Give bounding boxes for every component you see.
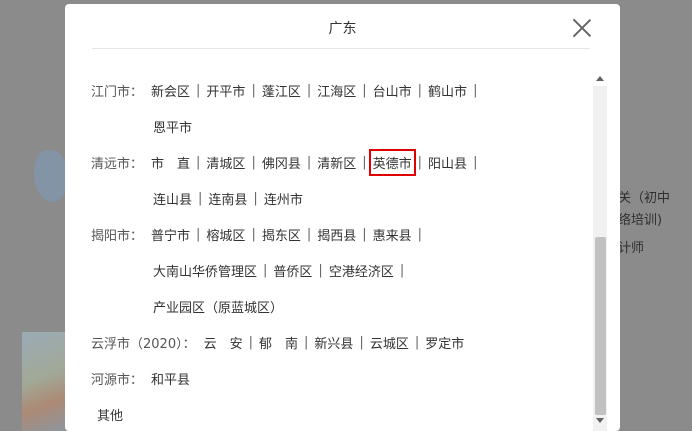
district-link[interactable]: 惠来县 — [373, 225, 412, 244]
separator: | — [318, 262, 323, 278]
city-label: 江门市： — [91, 84, 144, 100]
district-link[interactable]: 清城区 — [206, 153, 245, 172]
city-label: 清远市： — [91, 156, 144, 172]
city-label: 揭阳市： — [91, 228, 144, 244]
region-row-continued: 连山县 | 连南县 | 连州市 — [153, 188, 303, 208]
separator: | — [251, 82, 256, 98]
scroll-down-arrow-icon[interactable] — [596, 418, 604, 423]
region-row: 揭阳市： 普宁市 | 榕城区 | 揭东区 | 揭西县 | 惠来县 | — [91, 224, 428, 244]
district-link[interactable]: 开平市 — [206, 81, 245, 100]
region-row-continued: 恩平市 — [153, 116, 192, 136]
district-link[interactable]: 连南县 — [208, 189, 247, 208]
separator: | — [251, 154, 256, 170]
district-link[interactable]: 郁 南 — [259, 333, 298, 352]
district-link[interactable]: 连山县 — [153, 189, 192, 208]
scroll-up-arrow-icon[interactable] — [596, 76, 604, 81]
region-row-continued: 产业园区（原蓝城区） — [153, 296, 283, 316]
background-text-1: 关（初中 — [618, 191, 671, 206]
district-link[interactable]: 大南山华侨管理区 — [153, 261, 257, 280]
district-link[interactable]: 和平县 — [151, 369, 190, 388]
district-link[interactable]: 清新区 — [317, 153, 356, 172]
separator: | — [473, 154, 478, 170]
separator: | — [253, 190, 258, 206]
region-picker-modal: 广东 江门市： 新会区 | 开平市 | 蓬江区 | 江海区 | 台山市 | 鹤山市 | 恩平市清远市： 市 … — [65, 4, 620, 431]
region-row: 河源市： 和平县 — [91, 368, 190, 388]
modal-title: 广东 — [328, 21, 357, 37]
district-link[interactable]: 普侨区 — [273, 261, 312, 280]
city-label: 云浮市（2020）： — [91, 336, 196, 352]
separator: | — [196, 226, 201, 242]
district-link[interactable]: 云 安 — [204, 333, 243, 352]
district-link[interactable]: 恩平市 — [153, 117, 192, 136]
separator: | — [359, 334, 364, 350]
district-link[interactable]: 佛冈县 — [262, 153, 301, 172]
scrollbar-thumb[interactable] — [595, 237, 606, 415]
separator: | — [196, 82, 201, 98]
district-link[interactable]: 新兴县 — [314, 333, 353, 352]
separator: | — [417, 82, 423, 98]
separator: | — [304, 334, 309, 350]
district-link[interactable]: 其他 — [97, 405, 123, 424]
separator: | — [414, 334, 420, 350]
separator: | — [362, 226, 367, 242]
separator: | — [417, 154, 423, 170]
district-link[interactable]: 产业园区（原蓝城区） — [153, 297, 283, 316]
district-link[interactable]: 蓬江区 — [262, 81, 301, 100]
separator: | — [362, 82, 367, 98]
region-row: 江门市： 新会区 | 开平市 | 蓬江区 | 江海区 | 台山市 | 鹤山市 | — [91, 80, 483, 100]
separator: | — [306, 82, 312, 98]
background-map-blob — [34, 150, 68, 202]
separator: | — [263, 262, 268, 278]
separator: | — [417, 226, 423, 242]
close-icon[interactable] — [571, 17, 593, 39]
district-link[interactable]: 榕城区 — [206, 225, 245, 244]
separator: | — [306, 154, 312, 170]
district-link[interactable]: 空港经济区 — [329, 261, 394, 280]
background-text-2: 络培训) — [618, 213, 663, 228]
region-row-continued: 大南山华侨管理区 | 普侨区 | 空港经济区 | — [153, 260, 410, 280]
district-link[interactable]: 鹤山市 — [428, 81, 467, 100]
district-link[interactable]: 揭西县 — [317, 225, 356, 244]
district-link[interactable]: 江海区 — [317, 81, 356, 100]
separator: | — [198, 190, 203, 206]
region-row-continued: 其他 — [97, 404, 123, 424]
separator: | — [473, 82, 478, 98]
separator: | — [251, 226, 256, 242]
district-link[interactable]: 连州市 — [264, 189, 303, 208]
district-link[interactable]: 台山市 — [373, 81, 412, 100]
district-link[interactable]: 新会区 — [151, 81, 190, 100]
city-label: 河源市： — [91, 372, 144, 388]
district-link[interactable]: 市 直 — [151, 153, 190, 172]
district-link[interactable]: 阳山县 — [428, 153, 467, 172]
separator: | — [306, 226, 312, 242]
separator: | — [248, 334, 253, 350]
district-link[interactable]: 揭东区 — [262, 225, 301, 244]
district-link[interactable]: 普宁市 — [151, 225, 190, 244]
header-divider — [92, 48, 590, 49]
district-link[interactable]: 罗定市 — [425, 333, 464, 352]
separator: | — [196, 154, 201, 170]
district-link[interactable]: 云城区 — [370, 333, 409, 352]
region-row: 云浮市（2020）： 云 安 | 郁 南 | 新兴县 | 云城区 | 罗定市 — [91, 332, 464, 352]
separator: | — [399, 262, 405, 278]
district-link[interactable]: 英德市 — [368, 148, 416, 176]
background-text-3: 计师 — [618, 241, 645, 256]
separator: | — [362, 154, 367, 170]
region-row: 清远市：市 直 | 清城区 | 佛冈县 | 清新区 | 英德市 | 阳山县 | — [91, 148, 483, 176]
